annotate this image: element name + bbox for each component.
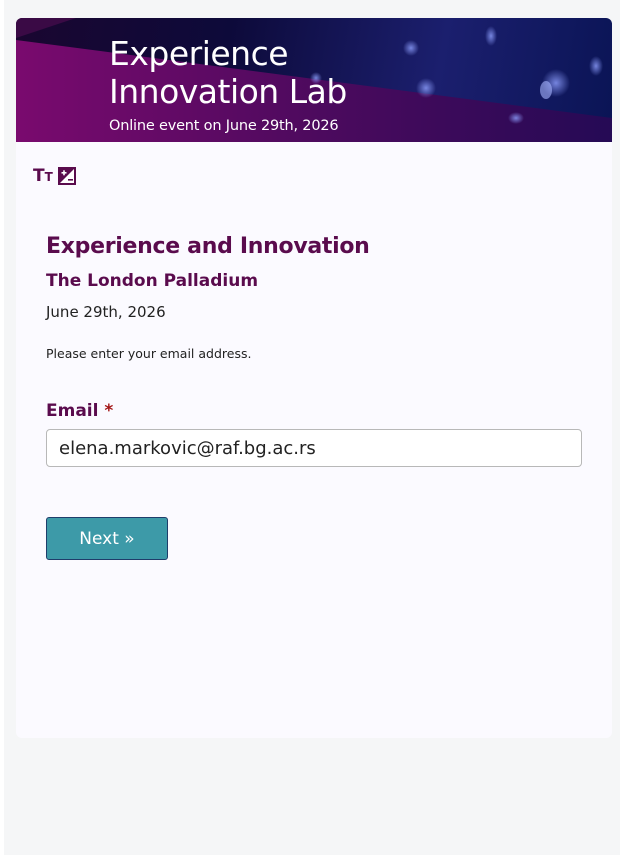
email-label: Email * [46, 400, 113, 422]
required-marker: * [104, 401, 114, 421]
event-venue: The London Palladium [46, 271, 259, 291]
next-button[interactable]: Next » [46, 517, 168, 560]
form-instructions: Please enter your email address. [46, 346, 252, 361]
text-size-icon[interactable]: TT [33, 166, 53, 187]
accessibility-toolbar: TT [33, 166, 76, 186]
banner-title-line2: Innovation Lab [109, 72, 347, 111]
text-size-small-glyph: T [44, 169, 53, 184]
form-card: Experience Innovation Lab Online event o… [16, 18, 612, 738]
text-size-big-glyph: T [33, 165, 45, 186]
banner-subtitle: Online event on June 29th, 2026 [109, 118, 339, 134]
email-label-text: Email [46, 401, 99, 421]
event-banner: Experience Innovation Lab Online event o… [16, 18, 612, 142]
event-date: June 29th, 2026 [46, 303, 166, 321]
email-field[interactable] [46, 429, 582, 467]
banner-title-line1: Experience [109, 34, 289, 73]
contrast-icon[interactable] [57, 167, 76, 185]
event-title: Experience and Innovation [46, 234, 370, 259]
banner-title: Experience Innovation Lab [109, 35, 439, 111]
